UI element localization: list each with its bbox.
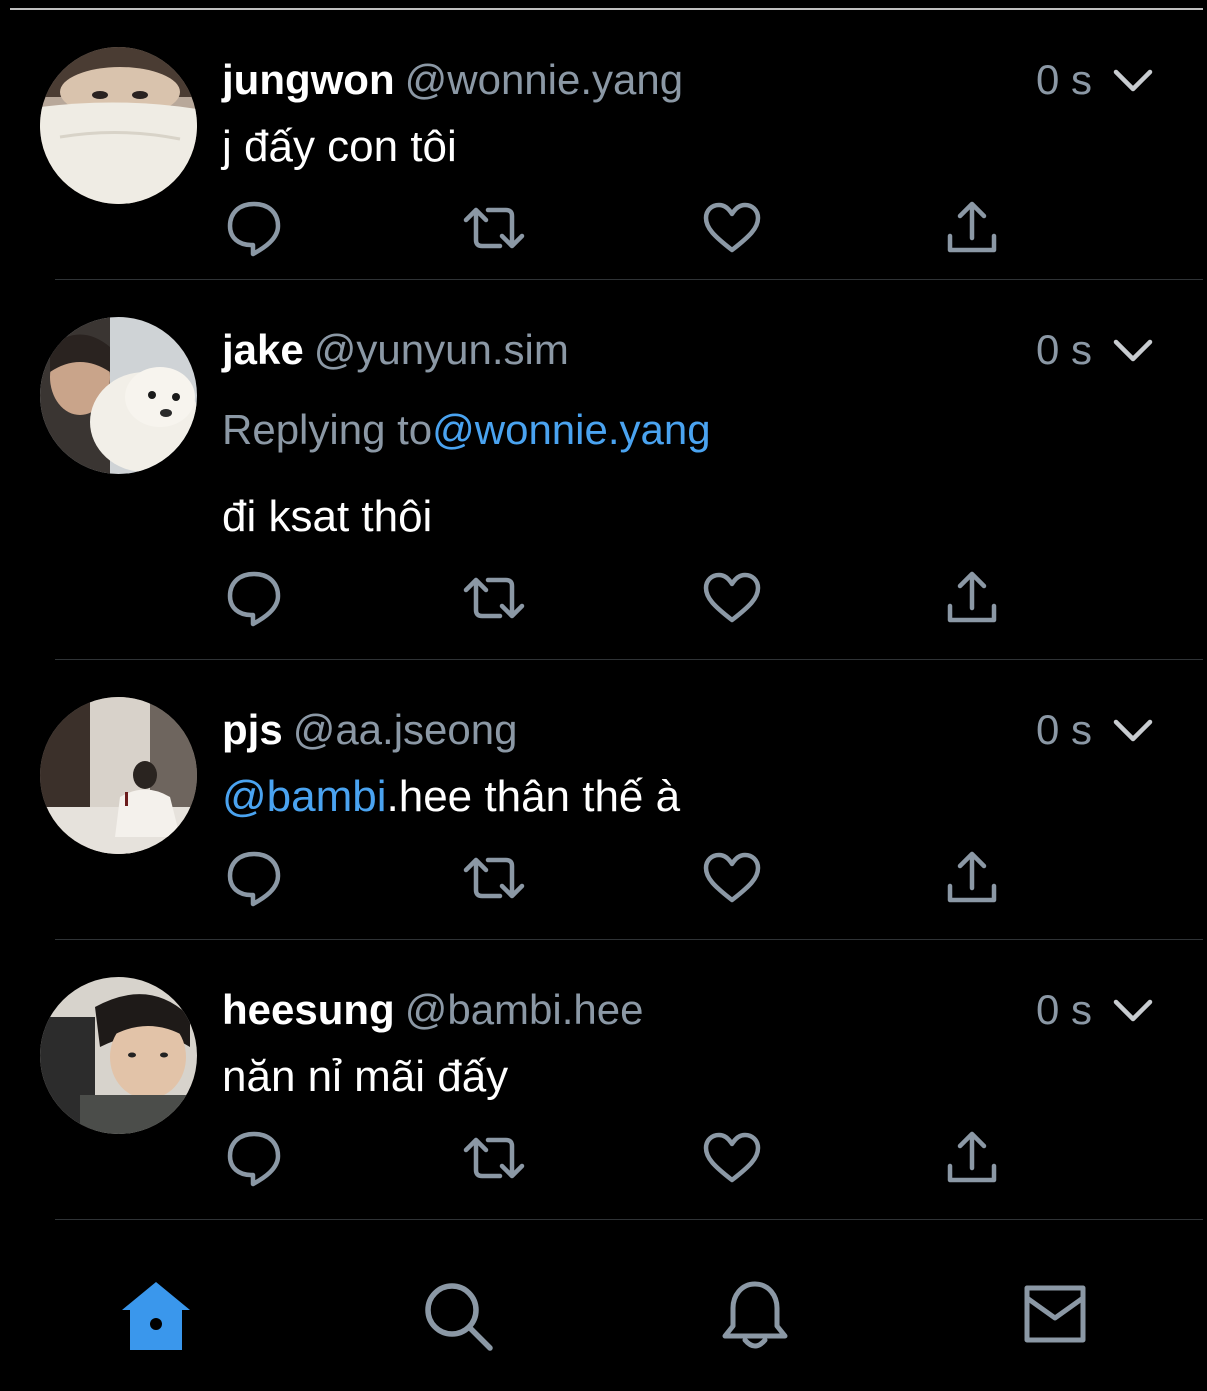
bottom-tab-bar xyxy=(0,1230,1207,1391)
home-icon[interactable] xyxy=(116,1276,196,1356)
replying-to-label: Replying to xyxy=(222,406,433,453)
reply-icon[interactable] xyxy=(222,566,286,630)
timestamp: 0 s xyxy=(1036,706,1093,753)
tweet-header: jake @yunyun.sim xyxy=(222,324,569,376)
chevron-down-icon[interactable] xyxy=(1113,338,1153,364)
notifications-icon[interactable] xyxy=(715,1276,795,1356)
user-handle[interactable]: @yunyun.sim xyxy=(314,326,569,373)
reply-icon[interactable] xyxy=(222,196,286,260)
tweet[interactable]: jake @yunyun.sim 0 s Replying to@wonnie.y… xyxy=(0,280,1207,660)
share-icon[interactable] xyxy=(940,566,1004,630)
tweet-header: heesung @bambi.hee xyxy=(222,984,643,1036)
avatar[interactable] xyxy=(40,697,197,854)
retweet-icon[interactable] xyxy=(462,566,526,630)
avatar[interactable] xyxy=(40,977,197,1134)
like-icon[interactable] xyxy=(700,1126,764,1190)
retweet-icon[interactable] xyxy=(462,1126,526,1190)
timestamp: 0 s xyxy=(1036,56,1093,103)
like-icon[interactable] xyxy=(700,846,764,910)
reply-icon[interactable] xyxy=(222,1126,286,1190)
reply-icon[interactable] xyxy=(222,846,286,910)
chevron-down-icon[interactable] xyxy=(1113,718,1153,744)
user-handle[interactable]: @wonnie.yang xyxy=(405,56,683,103)
tweet-actions xyxy=(222,196,1022,260)
tweet-text: @bambi.hee thân thế à xyxy=(222,770,680,824)
tweet-text-rest: .hee thân thế à xyxy=(386,772,681,821)
share-icon[interactable] xyxy=(940,1126,1004,1190)
tweet-text: đi ksat thôi xyxy=(222,492,433,541)
user-handle[interactable]: @bambi.hee xyxy=(405,986,644,1033)
mention-link[interactable]: @bambi xyxy=(222,772,387,821)
tweet-header: pjs @aa.jseong xyxy=(222,704,517,756)
tweet[interactable]: heesung @bambi.hee 0 s năn nỉ mãi đấy xyxy=(0,940,1207,1220)
share-icon[interactable] xyxy=(940,846,1004,910)
timestamp: 0 s xyxy=(1036,326,1093,373)
tweet-actions xyxy=(222,566,1022,630)
tweet-header: jungwon @wonnie.yang xyxy=(222,54,683,106)
display-name[interactable]: jake xyxy=(222,326,304,373)
replying-to-line: Replying to@wonnie.yang xyxy=(222,404,711,456)
app-screen: jungwon @wonnie.yang 0 s j đấy con tôi j… xyxy=(0,0,1207,1391)
messages-icon[interactable] xyxy=(1015,1276,1095,1356)
tweet-divider xyxy=(55,1219,1203,1220)
avatar[interactable] xyxy=(40,317,197,474)
chevron-down-icon[interactable] xyxy=(1113,998,1153,1024)
like-icon[interactable] xyxy=(700,566,764,630)
search-icon[interactable] xyxy=(418,1276,498,1356)
timestamp: 0 s xyxy=(1036,986,1093,1033)
retweet-icon[interactable] xyxy=(462,196,526,260)
tweet-text: j đấy con tôi xyxy=(222,122,457,171)
tweet-text: năn nỉ mãi đấy xyxy=(222,1052,509,1101)
chevron-down-icon[interactable] xyxy=(1113,68,1153,94)
display-name[interactable]: jungwon xyxy=(222,56,395,103)
tweet-actions xyxy=(222,846,1022,910)
share-icon[interactable] xyxy=(940,196,1004,260)
display-name[interactable]: heesung xyxy=(222,986,395,1033)
display-name[interactable]: pjs xyxy=(222,706,283,753)
tweet[interactable]: pjs @aa.jseong 0 s @bambi.hee thân thế à xyxy=(0,660,1207,940)
replying-to-handle[interactable]: @wonnie.yang xyxy=(432,406,710,453)
timeline: jungwon @wonnie.yang 0 s j đấy con tôi j… xyxy=(0,10,1207,1220)
like-icon[interactable] xyxy=(700,196,764,260)
user-handle[interactable]: @aa.jseong xyxy=(293,706,518,753)
tweet[interactable]: jungwon @wonnie.yang 0 s j đấy con tôi xyxy=(0,10,1207,280)
avatar[interactable] xyxy=(40,47,197,204)
retweet-icon[interactable] xyxy=(462,846,526,910)
tweet-actions xyxy=(222,1126,1022,1190)
